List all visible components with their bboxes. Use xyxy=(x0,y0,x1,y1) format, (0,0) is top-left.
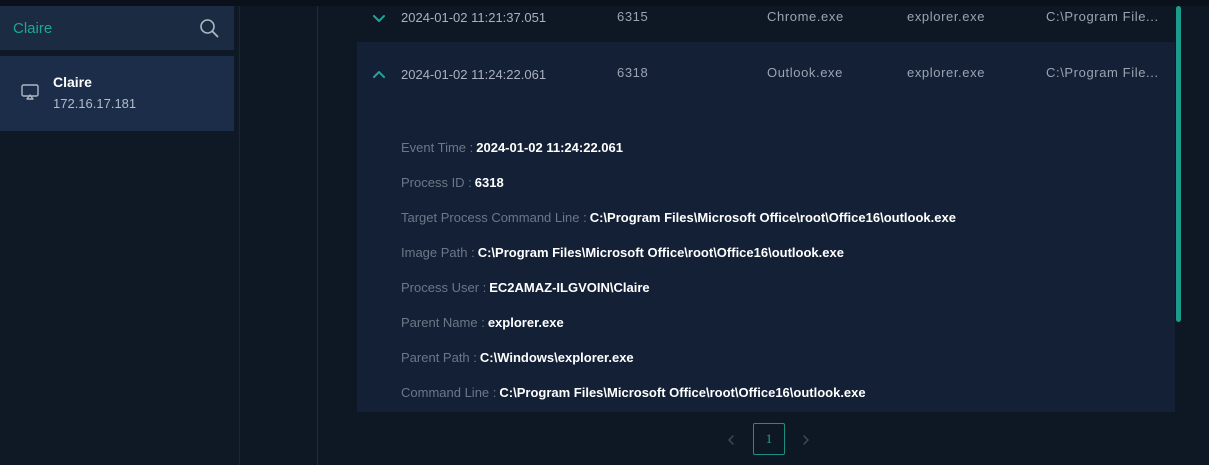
detail-label: Parent Path : xyxy=(401,350,477,365)
detail-value: C:\Windows\explorer.exe xyxy=(479,350,634,365)
host-ip: 172.16.17.181 xyxy=(53,96,137,111)
detail-value: C:\Program Files\Microsoft Office\root\O… xyxy=(499,385,866,400)
detail-value: C:\Program Files\Microsoft Office\root\O… xyxy=(477,245,844,260)
detail-target-cmd: Target Process Command Line : C:\Program … xyxy=(401,210,956,225)
chevron-down-icon[interactable] xyxy=(371,11,387,27)
event-pid: 6315 xyxy=(617,9,649,24)
event-parent: explorer.exe xyxy=(907,65,986,80)
detail-label: Target Process Command Line : xyxy=(401,210,587,225)
detail-value: explorer.exe xyxy=(487,315,564,330)
event-row[interactable]: 2024-01-02 11:21:37.051 6315 Chrome.exe … xyxy=(357,0,1175,38)
detail-label: Event Time : xyxy=(401,140,474,155)
detail-label: Image Path : xyxy=(401,245,475,260)
event-details: Event Time :2024-01-02 11:24:22.061 Proc… xyxy=(357,102,1175,412)
detail-value: C:\Program Files\Microsoft Office\root\O… xyxy=(589,210,956,225)
event-path: C:\Program File... xyxy=(1046,65,1159,80)
event-process: Chrome.exe xyxy=(767,9,844,24)
detail-command-line: Command Line : C:\Program Files\Microsoft… xyxy=(401,385,866,400)
search-icon[interactable] xyxy=(198,17,220,39)
detail-label: Process User : xyxy=(401,280,487,295)
host-sidebar: Claire 172.16.17.181 xyxy=(0,6,240,465)
host-name: Claire xyxy=(53,74,92,90)
detail-event-time: Event Time :2024-01-02 11:24:22.061 xyxy=(401,140,623,155)
detail-process-id: Process ID :6318 xyxy=(401,175,504,190)
detail-label: Process ID : xyxy=(401,175,472,190)
monitor-icon xyxy=(20,82,40,102)
detail-image-path: Image Path : C:\Program Files\Microsoft O… xyxy=(401,245,844,260)
event-time: 2024-01-02 11:21:37.051 xyxy=(401,10,547,25)
detail-parent-path: Parent Path : C:\Windows\explorer.exe xyxy=(401,350,634,365)
host-list-item[interactable]: Claire 172.16.17.181 xyxy=(0,56,234,131)
scrollbar-thumb[interactable] xyxy=(1176,6,1181,322)
detail-label: Command Line : xyxy=(401,385,497,400)
chevron-up-icon[interactable] xyxy=(371,66,387,82)
host-search xyxy=(0,6,234,50)
detail-parent-name: Parent Name : explorer.exe xyxy=(401,315,564,330)
event-pid: 6318 xyxy=(617,65,649,80)
search-input[interactable] xyxy=(13,19,163,37)
detail-label: Parent Name : xyxy=(401,315,485,330)
detail-value: EC2AMAZ-ILGVOIN\Claire xyxy=(489,280,650,295)
event-parent: explorer.exe xyxy=(907,9,986,24)
detail-value: 6318 xyxy=(474,175,504,190)
detail-process-user: Process User : EC2AMAZ-ILGVOIN\Claire xyxy=(401,280,650,295)
detail-value: 2024-01-02 11:24:22.061 xyxy=(476,140,623,155)
event-row-expanded[interactable]: 2024-01-02 11:24:22.061 6318 Outlook.exe… xyxy=(357,42,1175,102)
page-button[interactable]: 1 xyxy=(753,423,785,455)
chevron-left-icon[interactable] xyxy=(715,424,747,455)
chevron-right-icon[interactable] xyxy=(790,424,822,455)
event-process: Outlook.exe xyxy=(767,65,843,80)
divider xyxy=(317,6,318,465)
event-path: C:\Program File... xyxy=(1046,9,1159,24)
event-time: 2024-01-02 11:24:22.061 xyxy=(401,67,547,82)
